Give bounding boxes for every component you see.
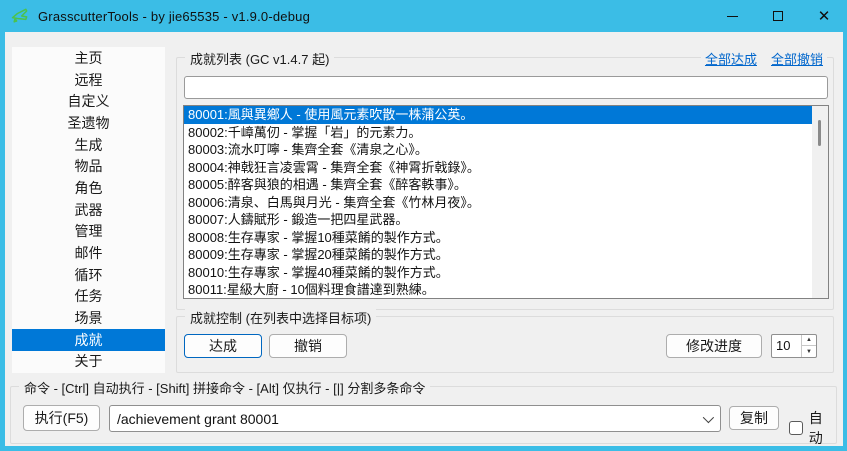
auto-checkbox[interactable]	[789, 421, 803, 435]
list-item[interactable]: 80001:風與異鄉人 - 使用風元素吹散一株蒲公英。	[184, 106, 812, 124]
progress-value[interactable]: 10	[772, 335, 801, 357]
sidebar-item-quest[interactable]: 任务	[12, 286, 165, 308]
copy-button[interactable]: 复制	[729, 406, 779, 430]
grant-button[interactable]: 达成	[184, 334, 262, 358]
sidebar-item-spawn[interactable]: 生成	[12, 134, 165, 156]
window-title: GrasscutterTools - by jie65535 - v1.9.0-…	[38, 9, 310, 24]
achievement-listbox: 80001:風與異鄉人 - 使用風元素吹散一株蒲公英。 80002:千嶂萬仞 -…	[183, 105, 829, 299]
scrollbar-thumb[interactable]	[818, 120, 821, 146]
sidebar: 主页 远程 自定义 圣遗物 生成 物品 角色 武器 管理 邮件 循环 任务 场景…	[12, 47, 165, 373]
command-combobox	[109, 405, 721, 432]
sidebar-item-avatar[interactable]: 角色	[12, 177, 165, 199]
titlebar: GrasscutterTools - by jie65535 - v1.9.0-…	[0, 0, 847, 32]
achievement-control-group: 成就控制 (在列表中选择目标项) 达成 撤销 修改进度 10 ▲ ▼	[176, 316, 834, 373]
achievement-list-title: 成就列表 (GC v1.4.7 起)	[185, 49, 334, 68]
spin-down-icon[interactable]: ▼	[802, 346, 816, 357]
sidebar-item-about[interactable]: 关于	[12, 351, 165, 373]
achievement-list-group: 成就列表 (GC v1.4.7 起) 全部达成 全部撤销 80001:風與異鄉人…	[176, 57, 834, 310]
app-icon	[10, 6, 30, 26]
sidebar-item-item[interactable]: 物品	[12, 155, 165, 177]
window-body: 主页 远程 自定义 圣遗物 生成 物品 角色 武器 管理 邮件 循环 任务 场景…	[5, 32, 843, 446]
command-group: 命令 - [Ctrl] 自动执行 - [Shift] 拼接命令 - [Alt] …	[10, 386, 837, 444]
list-item[interactable]: 80005:醉客與狼的相遇 - 集齊全套《醉客軼事》。	[184, 176, 812, 194]
sidebar-item-artifact[interactable]: 圣遗物	[12, 112, 165, 134]
modify-progress-button[interactable]: 修改进度	[666, 334, 762, 358]
sidebar-item-weapon[interactable]: 武器	[12, 199, 165, 221]
progress-spinbox[interactable]: 10 ▲ ▼	[771, 334, 817, 358]
list-item[interactable]: 80010:生存專家 - 掌握40種菜餚的製作方式。	[184, 264, 812, 282]
list-item[interactable]: 80011:星級大廚 - 10個料理食譜達到熟練。	[184, 281, 812, 298]
sidebar-item-mail[interactable]: 邮件	[12, 242, 165, 264]
revoke-button[interactable]: 撤销	[269, 334, 347, 358]
achievement-control-title: 成就控制 (在列表中选择目标项)	[185, 308, 376, 327]
sidebar-item-remote[interactable]: 远程	[12, 69, 165, 91]
run-command-button[interactable]: 执行(F5)	[23, 405, 100, 431]
spin-up-icon[interactable]: ▲	[802, 335, 816, 346]
command-group-title: 命令 - [Ctrl] 自动执行 - [Shift] 拼接命令 - [Alt] …	[19, 378, 430, 397]
list-item[interactable]: 80006:清泉、白馬與月光 - 集齊全套《竹林月夜》。	[184, 194, 812, 212]
sidebar-item-scene[interactable]: 场景	[12, 307, 165, 329]
list-item[interactable]: 80004:神戟狂言凌雲霄 - 集齊全套《神霄折戟錄》。	[184, 159, 812, 177]
auto-checkbox-wrap[interactable]: 自动	[789, 408, 836, 446]
maximize-icon[interactable]	[755, 0, 801, 32]
grant-all-link[interactable]: 全部达成	[705, 49, 757, 68]
sidebar-item-loop[interactable]: 循环	[12, 264, 165, 286]
chevron-down-icon[interactable]	[694, 415, 720, 423]
list-item[interactable]: 80008:生存專家 - 掌握10種菜餚的製作方式。	[184, 229, 812, 247]
list-item[interactable]: 80003:流水叮嚀 - 集齊全套《清泉之心》。	[184, 141, 812, 159]
minimize-icon[interactable]	[709, 0, 755, 32]
list-item[interactable]: 80009:生存專家 - 掌握20種菜餚的製作方式。	[184, 246, 812, 264]
achievement-search-input[interactable]	[184, 76, 828, 99]
close-icon[interactable]: ✕	[801, 0, 847, 32]
sidebar-item-manage[interactable]: 管理	[12, 221, 165, 243]
sidebar-item-home[interactable]: 主页	[12, 47, 165, 69]
scrollbar[interactable]	[812, 106, 828, 298]
sidebar-item-custom[interactable]: 自定义	[12, 90, 165, 112]
auto-checkbox-label: 自动	[809, 408, 836, 446]
sidebar-item-achievement[interactable]: 成就	[12, 329, 165, 351]
list-item[interactable]: 80007:人鑄賦形 - 鍛造一把四星武器。	[184, 211, 812, 229]
revoke-all-link[interactable]: 全部撤销	[771, 49, 823, 68]
command-input[interactable]	[110, 411, 694, 427]
app-window: GrasscutterTools - by jie65535 - v1.9.0-…	[0, 0, 847, 451]
list-item[interactable]: 80002:千嶂萬仞 - 掌握「岩」的元素力。	[184, 124, 812, 142]
